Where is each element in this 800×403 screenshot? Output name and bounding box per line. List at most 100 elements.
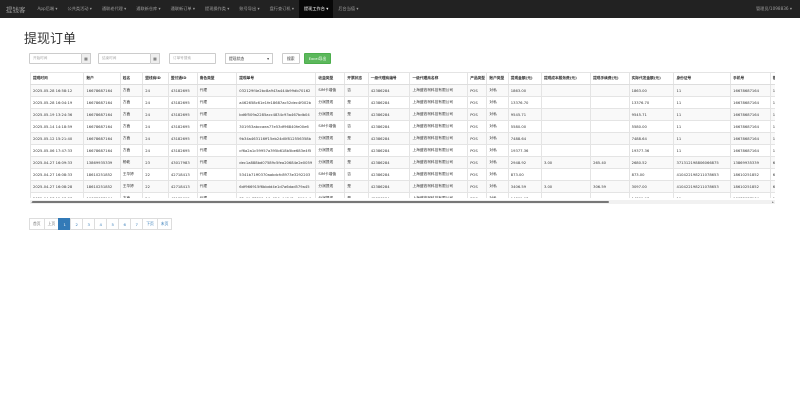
- nav-item[interactable]: 提现工作台 ▾: [298, 0, 334, 18]
- table-cell: POS: [467, 108, 488, 121]
- table-cell: 方鑫: [119, 192, 144, 198]
- table-row[interactable]: 2025-04-27 16:09:33 13869935339 杨乾 23 430179…: [30, 156, 775, 169]
- end-date-input[interactable]: 结束时间: [98, 53, 151, 64]
- nav-item[interactable]: 盘行查订机 ▾: [265, 0, 299, 18]
- table-cell: 42386284: [367, 96, 411, 109]
- user-menu[interactable]: 管理员/1098836 ▾: [756, 6, 800, 12]
- table-cell: 16678687164: [83, 96, 121, 109]
- table-cell: 13376.70: [507, 96, 542, 109]
- table-row[interactable]: 2025-04-27 16:08:33 18610251852 王华婷 22 42718…: [30, 168, 775, 181]
- table-row[interactable]: 2025-04-27 16:08:28 18610251852 王华婷 22 42718…: [30, 180, 775, 193]
- horizontal-scrollbar[interactable]: ◂ ▸: [30, 200, 775, 204]
- scrollbar-thumb[interactable]: [32, 201, 609, 203]
- table-cell: bd6f509a2285acc4834c93a467bdb04: [236, 108, 317, 121]
- column-header: 盟付通ID: [167, 72, 198, 85]
- table-cell: 对私: [486, 96, 509, 109]
- table-row[interactable]: 2025-05-19 13:24:36 16678687164 方鑫 24 431826…: [30, 108, 775, 121]
- table-cell: dec1a888bd07589c5fea20684e2e0059: [236, 156, 317, 169]
- nav-item[interactable]: 后台当值 ▾: [333, 0, 363, 18]
- table-row[interactable]: 2025-05-12 15:21:40 16678687164 方鑫 24 431826…: [30, 132, 775, 145]
- order-search-input[interactable]: 订单号搜索: [169, 53, 216, 64]
- status-select[interactable]: 提现状态 ▾: [225, 53, 273, 64]
- pagination: 首页 上页 1 2 3 4 5 6 7 下页 末页: [29, 218, 173, 230]
- table-cell: 代理: [196, 156, 238, 169]
- table-cell: 42386284: [367, 180, 411, 193]
- scroll-right-icon[interactable]: ▸: [771, 200, 775, 204]
- table-cell: 18610251852: [730, 180, 771, 193]
- table-cell: 9545.71: [507, 108, 542, 121]
- table-cell: [540, 144, 592, 157]
- nav-item[interactable]: 通联新订单 ▾: [166, 0, 200, 18]
- table-cell: 上海盛钱柯科技有限公司: [409, 132, 469, 145]
- table-cell: [590, 168, 630, 181]
- calendar-icon[interactable]: ▦: [82, 53, 91, 64]
- column-header: 身份证号: [673, 72, 732, 85]
- table-cell: 2025-04-27 15:07:37: [30, 192, 85, 198]
- table-cell: 16678687164: [83, 132, 121, 145]
- table-cell: 11: [673, 132, 732, 145]
- nav-item[interactable]: 通联老代理 ▾: [97, 0, 131, 18]
- table-cell: 14809.97: [507, 192, 542, 198]
- brand-logo[interactable]: 提钱客: [0, 4, 33, 14]
- table-cell: 621559020000: [769, 168, 775, 181]
- table-cell: 24: [142, 84, 169, 97]
- start-date-input[interactable]: 开始时间: [29, 53, 82, 64]
- table-cell: 上海盛钱柯科技有限公司: [409, 156, 469, 169]
- table-cell: 是: [344, 156, 369, 169]
- table-cell: 2025-05-19 13:24:36: [30, 108, 85, 121]
- nav-item[interactable]: 公共类活动 ▾: [63, 0, 97, 18]
- table-cell: 分润提现: [315, 108, 346, 121]
- nav-item[interactable]: 提现操作类 ▾: [200, 0, 234, 18]
- table-cell: 是: [344, 180, 369, 193]
- pagination-link[interactable]: 上页: [43, 218, 60, 230]
- table-cell: 代理: [196, 192, 238, 198]
- table-cell: 18610251852: [83, 180, 121, 193]
- table-cell: 王华婷: [119, 168, 144, 181]
- export-excel-button[interactable]: Excel导出: [303, 53, 332, 64]
- nav-item[interactable]: App后端 ▾: [33, 0, 63, 18]
- table-cell: 分润提现: [315, 156, 346, 169]
- table-cell: 265.40: [590, 156, 630, 169]
- table-row[interactable]: 2025-05-06 17:47:33 16678687164 方鑫 24 431826…: [30, 144, 775, 157]
- table-cell: 1863.00: [507, 84, 542, 97]
- table-cell: 873.00: [628, 168, 675, 181]
- table-row[interactable]: 2025-05-28 16:58:12 16678687164 方鑫 24 431826…: [30, 84, 775, 97]
- table-cell: POS: [467, 156, 488, 169]
- page-title: 提现订单: [24, 32, 77, 47]
- table-cell: [590, 96, 630, 109]
- table-cell: 24: [142, 144, 169, 157]
- column-header: 姓名: [119, 72, 144, 85]
- table-cell: 24: [142, 120, 169, 133]
- table-cell: 410422198211078653: [673, 168, 732, 181]
- table-cell: 16678687164: [83, 144, 121, 157]
- search-button[interactable]: 搜索: [282, 53, 300, 64]
- column-header: 账户: [83, 72, 121, 85]
- nav-item[interactable]: 账号导出 ▾: [234, 0, 264, 18]
- table-cell: 43182695: [167, 192, 198, 198]
- pagination-link[interactable]: 下页: [142, 218, 158, 230]
- table-cell: 方鑫: [119, 132, 144, 145]
- table-cell: 13869935339: [730, 156, 771, 169]
- table-cell: 43182695: [167, 108, 198, 121]
- table-cell: [540, 96, 592, 109]
- table-cell: 否: [344, 168, 369, 181]
- pagination-link[interactable]: 首页: [29, 218, 45, 230]
- table-cell: 11: [673, 144, 732, 157]
- table-cell: 王华婷: [119, 180, 144, 193]
- table-cell: 上海盛钱柯科技有限公司: [409, 168, 469, 181]
- table-cell: 分润提现: [315, 96, 346, 109]
- table-cell: 23: [142, 156, 169, 169]
- table-row[interactable]: 2025-04-27 15:07:3716678687164方鑫24431826…: [30, 192, 775, 198]
- table-cell: 对私: [486, 192, 509, 198]
- table-cell: 是: [344, 96, 369, 109]
- table-cell: 2948.92: [507, 156, 542, 169]
- table-cell: 42386284: [367, 132, 411, 145]
- table-row[interactable]: 2025-05-28 16:04:19 16678687164 方鑫 24 431826…: [30, 96, 775, 109]
- table-row[interactable]: 2025-05-14 14:18:59 16678687164 方鑫 24 431826…: [30, 120, 775, 133]
- pagination-link[interactable]: 末页: [156, 218, 173, 230]
- table-cell: 对私: [486, 144, 509, 157]
- table-cell: 方鑫: [119, 96, 144, 109]
- table-cell: 是: [344, 192, 369, 198]
- nav-item[interactable]: 通联新仓库 ▾: [131, 0, 165, 18]
- calendar-icon[interactable]: ▦: [151, 53, 160, 64]
